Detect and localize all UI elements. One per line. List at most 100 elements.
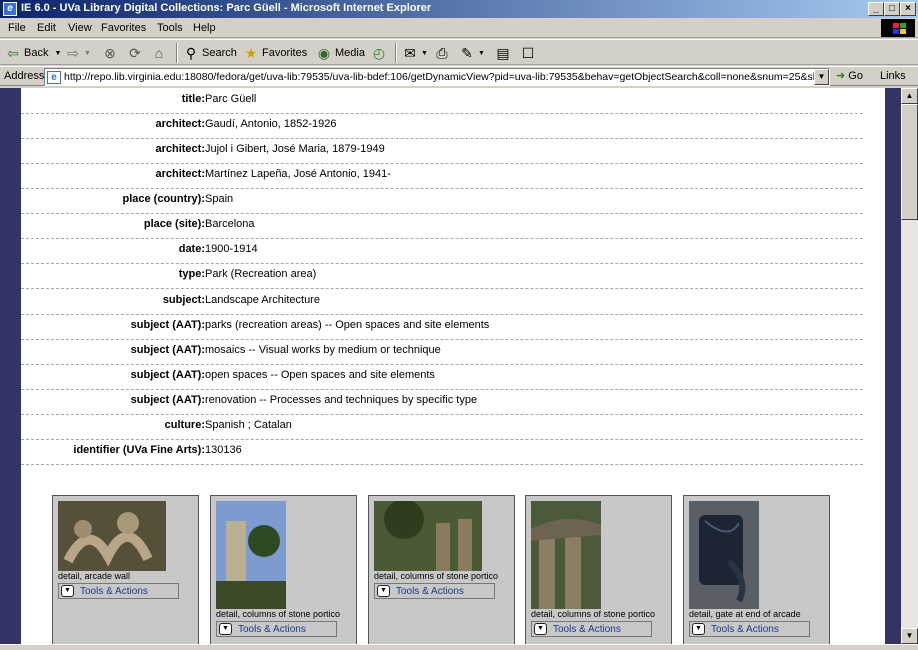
menu-file[interactable]: File	[8, 22, 26, 34]
edit-button[interactable]: ✎ ▼	[458, 43, 485, 63]
metadata-value: Jujol i Gibert, José Maria, 1879-1949	[205, 143, 385, 156]
tools-actions-button[interactable]: ▼ Tools & Actions	[58, 583, 179, 599]
tools-actions-button[interactable]: ▼ Tools & Actions	[216, 621, 337, 637]
links-button[interactable]: Links	[880, 70, 906, 82]
address-bar: Address e http://repo.lib.virginia.edu:1…	[0, 66, 918, 86]
vertical-scrollbar[interactable]: ▲ ▼	[901, 88, 918, 644]
thumbnail-image[interactable]	[58, 501, 166, 571]
home-button[interactable]: ⌂	[150, 43, 170, 63]
media-button[interactable]: ◉ Media	[315, 43, 365, 63]
tools-actions-button[interactable]: ▼ Tools & Actions	[531, 621, 652, 637]
refresh-button[interactable]: ⟳	[126, 43, 146, 63]
minimize-button[interactable]: _	[868, 2, 884, 16]
menu-edit[interactable]: Edit	[37, 22, 56, 34]
metadata-label: title:	[181, 93, 205, 105]
discuss-icon: ▤	[496, 45, 510, 61]
metadata-row: subject (AAT): mosaics -- Visual works by…	[21, 340, 863, 365]
menu-favorites[interactable]: Favorites	[101, 22, 146, 34]
address-dropdown-icon[interactable]: ▼	[814, 69, 829, 85]
metadata-row: architect: Gaudí, Antonio, 1852-1926	[21, 114, 863, 140]
back-button[interactable]: ⇦ Back ▼	[4, 43, 61, 63]
forward-dropdown-icon[interactable]: ▼	[84, 50, 91, 57]
scroll-up-arrow-icon[interactable]: ▲	[901, 88, 918, 104]
dropdown-arrow-icon: ▼	[692, 623, 705, 635]
metadata-value: Barcelona	[205, 218, 255, 231]
metadata-value: parks (recreation areas) -- Open spaces …	[205, 318, 490, 331]
tools-actions-label: Tools & Actions	[80, 586, 148, 597]
metadata-value: Spain	[205, 193, 234, 206]
dropdown-arrow-icon: ▼	[377, 585, 390, 597]
metadata-value: open spaces -- Open spaces and site elem…	[205, 368, 435, 381]
thumbnail-image[interactable]	[531, 501, 601, 609]
favorites-button[interactable]: ★ Favorites	[242, 43, 308, 63]
thumbnail-image[interactable]	[216, 501, 286, 609]
metadata-label: place (site):	[143, 218, 205, 231]
window-title-bar[interactable]: e IE 6.0 - UVa Library Digital Collectio…	[0, 0, 918, 18]
favorites-label: Favorites	[262, 47, 308, 59]
messenger-button[interactable]: ☐	[519, 43, 539, 63]
scroll-down-arrow-icon[interactable]: ▼	[901, 628, 918, 644]
tools-actions-button[interactable]: ▼ Tools & Actions	[374, 583, 495, 599]
search-icon: ⚲	[185, 45, 197, 61]
search-label: Search	[202, 47, 237, 59]
thumbnail-image[interactable]	[374, 501, 482, 571]
thumbnail-caption: detail, arcade wall	[58, 571, 131, 581]
metadata-label: architect:	[155, 168, 205, 181]
forward-button[interactable]: ⇨ ▼	[64, 43, 91, 63]
edit-dropdown-icon[interactable]: ▼	[478, 50, 485, 57]
dropdown-arrow-icon: ▼	[61, 585, 74, 597]
mail-icon: ✉	[404, 45, 416, 61]
metadata-label: subject (AAT):	[130, 318, 205, 331]
metadata-value: renovation -- Processes and techniques b…	[205, 393, 478, 406]
metadata-row: subject (AAT): open spaces -- Open spaces…	[21, 365, 863, 390]
metadata-label: subject:	[162, 293, 205, 306]
scroll-thumb[interactable]	[901, 104, 918, 220]
favorites-star-icon: ★	[244, 45, 258, 61]
refresh-icon: ⟳	[129, 45, 141, 61]
go-label: Go	[848, 70, 863, 82]
address-url[interactable]: http://repo.lib.virginia.edu:18080/fedor…	[64, 71, 814, 83]
standard-toolbar: ⇦ Back ▼ ⇨ ▼ ⊗ ⟳ ⌂ ⚲ Search ★ Favorites …	[0, 39, 918, 65]
metadata-value: mosaics -- Visual works by medium or tec…	[205, 343, 441, 356]
mail-button[interactable]: ✉ ▼	[401, 43, 428, 63]
metadata-label: architect:	[155, 143, 205, 156]
back-dropdown-icon[interactable]: ▼	[54, 50, 61, 57]
discuss-button[interactable]: ▤	[494, 43, 514, 63]
thumbnail-image[interactable]	[689, 501, 759, 609]
metadata-label: subject (AAT):	[130, 343, 205, 356]
messenger-icon: ☐	[521, 45, 535, 61]
menu-tools[interactable]: Tools	[157, 22, 183, 34]
maximize-button[interactable]: □	[884, 2, 900, 16]
search-button[interactable]: ⚲ Search	[182, 43, 237, 63]
stop-button[interactable]: ⊗	[101, 43, 121, 63]
metadata-row: subject (AAT): renovation -- Processes an…	[21, 390, 863, 415]
metadata-row: subject: Landscape Architecture	[21, 290, 863, 315]
thumbnail-card: detail, gate at end of arcade ▼ Tools & Ac…	[683, 495, 830, 644]
go-arrow-icon: ➜	[836, 70, 846, 82]
metadata-row: architect: Jujol i Gibert, José Maria, 18…	[21, 139, 863, 165]
menu-view[interactable]: View	[68, 22, 92, 34]
close-button[interactable]: ×	[900, 2, 916, 16]
tools-actions-button[interactable]: ▼ Tools & Actions	[689, 621, 810, 637]
thumbnail-card: detail, columns of stone portico ▼ Tools &…	[368, 495, 515, 644]
printer-icon: ⎙	[436, 45, 448, 61]
metadata-value: Martínez Lapeña, José Antonio, 1941-	[205, 168, 391, 181]
mail-dropdown-icon[interactable]: ▼	[421, 50, 428, 57]
address-input[interactable]: e http://repo.lib.virginia.edu:18080/fed…	[44, 68, 830, 86]
metadata-row: architect: Martínez Lapeña, José Antonio,…	[21, 164, 863, 190]
media-icon: ◉	[317, 45, 331, 61]
go-button[interactable]: ➜ Go	[836, 69, 863, 82]
print-button[interactable]: ⎙	[433, 43, 453, 63]
metadata-row: identifier (UVa Fine Arts): 130136	[21, 440, 863, 465]
metadata-row: place (country): Spain	[21, 189, 863, 215]
tools-actions-label: Tools & Actions	[553, 624, 621, 635]
metadata-row: place (site): Barcelona	[21, 214, 863, 240]
menu-help[interactable]: Help	[193, 22, 216, 34]
history-button[interactable]: ◴	[370, 43, 390, 63]
thumbnail-card: detail, columns of stone portico ▼ Tools &…	[210, 495, 357, 644]
metadata-row: subject (AAT): parks (recreation areas) -…	[21, 315, 863, 340]
home-icon: ⌂	[154, 45, 164, 61]
thumbnail-caption: detail, columns of stone portico	[531, 609, 656, 619]
metadata-value: Landscape Architecture	[205, 293, 320, 306]
status-bar	[0, 644, 918, 650]
